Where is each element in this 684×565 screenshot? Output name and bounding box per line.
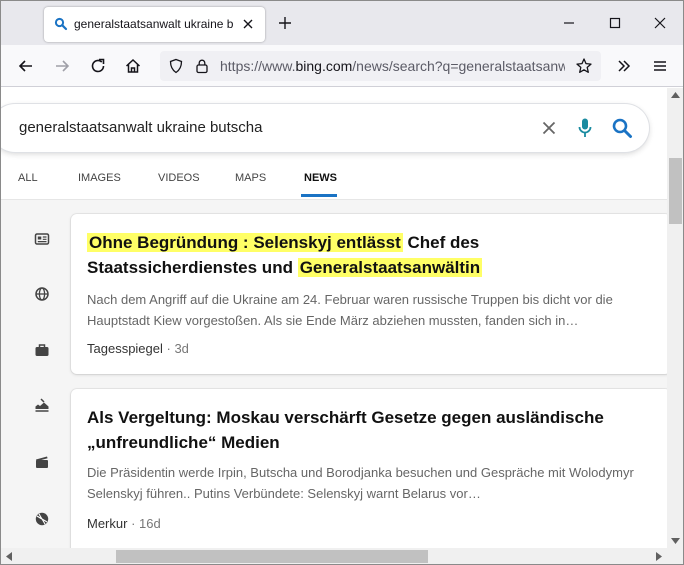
source-separator: ·	[127, 516, 140, 531]
active-tab-indicator	[301, 194, 337, 197]
news-icon[interactable]	[34, 231, 50, 247]
tab-news[interactable]: NEWS	[304, 172, 337, 184]
result-title-link[interactable]: Ohne Begründung : Selenskyj entlässt Che…	[87, 230, 652, 280]
search-icon[interactable]	[611, 117, 633, 139]
url-domain: bing.com	[295, 58, 353, 74]
news-result-card[interactable]: Ohne Begründung : Selenskyj entlässt Che…	[71, 214, 667, 374]
new-tab-icon[interactable]	[277, 15, 293, 31]
more-tools-chevron-icon[interactable]	[615, 57, 633, 75]
sports-ball-icon[interactable]	[34, 511, 50, 527]
tab-videos[interactable]: VIDEOS	[158, 172, 200, 184]
source-separator: ·	[162, 341, 175, 356]
title-highlight: Ohne Begründung : Selenskyj entlässt	[87, 233, 403, 252]
scrollbar-corner	[667, 548, 683, 564]
url-text[interactable]: https://www.bing.com/news/search?q=gener…	[220, 58, 565, 74]
result-age: 3d	[174, 341, 189, 356]
back-arrow-icon[interactable]	[17, 57, 35, 75]
url-path: /news/search?q=generalstaatsanwalt+ukrai…	[352, 58, 565, 74]
result-source: Merkur · 16d	[87, 516, 161, 531]
clear-icon[interactable]	[541, 120, 557, 136]
home-icon[interactable]	[124, 57, 142, 75]
address-bar[interactable]: https://www.bing.com/news/search?q=gener…	[160, 51, 601, 81]
hamburger-menu-icon[interactable]	[651, 57, 669, 75]
search-box[interactable]: generalstaatsanwalt ukraine butscha	[1, 104, 649, 152]
science-icon[interactable]	[34, 397, 50, 413]
tabs-divider	[1, 199, 667, 200]
search-header: generalstaatsanwalt ukraine butscha ALL …	[1, 88, 667, 200]
clapperboard-icon[interactable]	[34, 454, 50, 470]
tab-images[interactable]: IMAGES	[78, 172, 121, 184]
lock-icon[interactable]	[194, 58, 210, 74]
tab-all[interactable]: ALL	[18, 172, 38, 184]
page-content: generalstaatsanwalt ukraine butscha ALL …	[1, 88, 667, 548]
vertical-scrollbar[interactable]	[667, 88, 683, 548]
forward-arrow-icon[interactable]	[53, 57, 71, 75]
scroll-left-icon[interactable]	[6, 552, 12, 561]
search-input[interactable]: generalstaatsanwalt ukraine butscha	[19, 119, 263, 136]
reload-icon[interactable]	[89, 57, 107, 75]
result-title-link[interactable]: Als Vergeltung: Moskau verschärft Gesetz…	[87, 405, 652, 455]
tab-title: generalstaatsanwalt ukraine butscha - Su…	[74, 17, 234, 31]
search-scope-tabs: ALL IMAGES VIDEOS MAPS NEWS	[1, 168, 667, 200]
scroll-right-icon[interactable]	[656, 552, 662, 561]
browser-window: generalstaatsanwalt ukraine butscha - Su…	[0, 0, 684, 565]
source-name[interactable]: Tagesspiegel	[87, 341, 163, 356]
tab-maps[interactable]: MAPS	[235, 172, 266, 184]
title-highlight: Generalstaatsanwältin	[297, 258, 483, 277]
close-tab-icon[interactable]	[240, 16, 256, 32]
navigation-bar: https://www.bing.com/news/search?q=gener…	[1, 45, 683, 87]
globe-icon[interactable]	[34, 286, 50, 302]
browser-tab[interactable]: generalstaatsanwalt ukraine butscha - Su…	[44, 7, 265, 42]
tracking-shield-icon[interactable]	[168, 58, 184, 74]
scroll-up-icon[interactable]	[671, 92, 680, 98]
microphone-icon[interactable]	[576, 117, 594, 139]
result-source: Tagesspiegel · 3d	[87, 341, 189, 356]
vertical-scroll-thumb[interactable]	[669, 158, 682, 224]
scroll-down-icon[interactable]	[671, 538, 680, 544]
search-favicon-icon	[54, 17, 68, 31]
maximize-icon[interactable]	[607, 15, 623, 31]
briefcase-icon[interactable]	[34, 342, 50, 358]
result-snippet: Die Präsidentin werde Irpin, Butscha und…	[87, 465, 634, 501]
close-window-icon[interactable]	[652, 15, 668, 31]
result-snippet: Nach dem Angriff auf die Ukraine am 24. …	[87, 292, 613, 328]
horizontal-scrollbar[interactable]	[1, 548, 667, 564]
result-age: 16d	[139, 516, 161, 531]
source-name[interactable]: Merkur	[87, 516, 127, 531]
news-result-card[interactable]: Als Vergeltung: Moskau verschärft Gesetz…	[71, 389, 667, 548]
bookmark-star-icon[interactable]	[575, 57, 593, 75]
minimize-icon[interactable]	[561, 15, 577, 31]
url-prefix: https://www.	[220, 58, 296, 74]
tab-bar: generalstaatsanwalt ukraine butscha - Su…	[1, 1, 683, 45]
horizontal-scroll-thumb[interactable]	[116, 550, 428, 563]
